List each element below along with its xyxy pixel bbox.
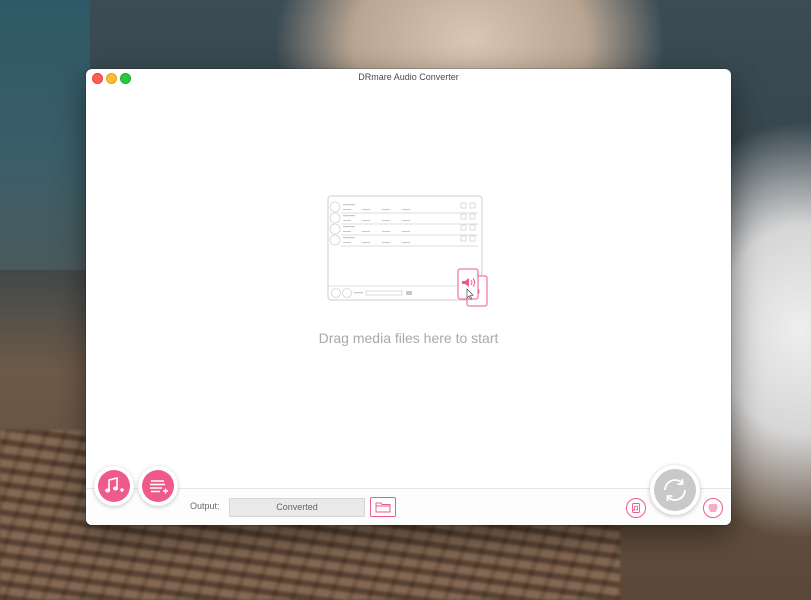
drop-hint-text: Drag media files here to start: [318, 330, 499, 346]
title-bar: DRmare Audio Converter: [86, 69, 731, 87]
audio-format-icon: [632, 503, 640, 513]
output-path-field[interactable]: Converted: [229, 498, 365, 517]
music-plus-icon: [98, 470, 130, 502]
drop-zone-illustration: [327, 195, 488, 307]
history-list-icon: [708, 504, 718, 512]
convert-icon: [654, 469, 696, 511]
window-title: DRmare Audio Converter: [358, 72, 459, 82]
folder-icon: [375, 502, 391, 513]
browse-output-button[interactable]: [370, 497, 396, 517]
add-files-button[interactable]: [94, 466, 134, 506]
output-label: Output:: [190, 501, 220, 511]
app-window: DRmare Audio Converter Drag media files …: [86, 69, 731, 525]
background-wall: [0, 0, 90, 270]
history-button[interactable]: [703, 498, 723, 518]
convert-button[interactable]: [650, 465, 700, 515]
format-button[interactable]: [626, 498, 646, 518]
add-list-button[interactable]: [138, 466, 178, 506]
list-plus-icon: [142, 470, 174, 502]
